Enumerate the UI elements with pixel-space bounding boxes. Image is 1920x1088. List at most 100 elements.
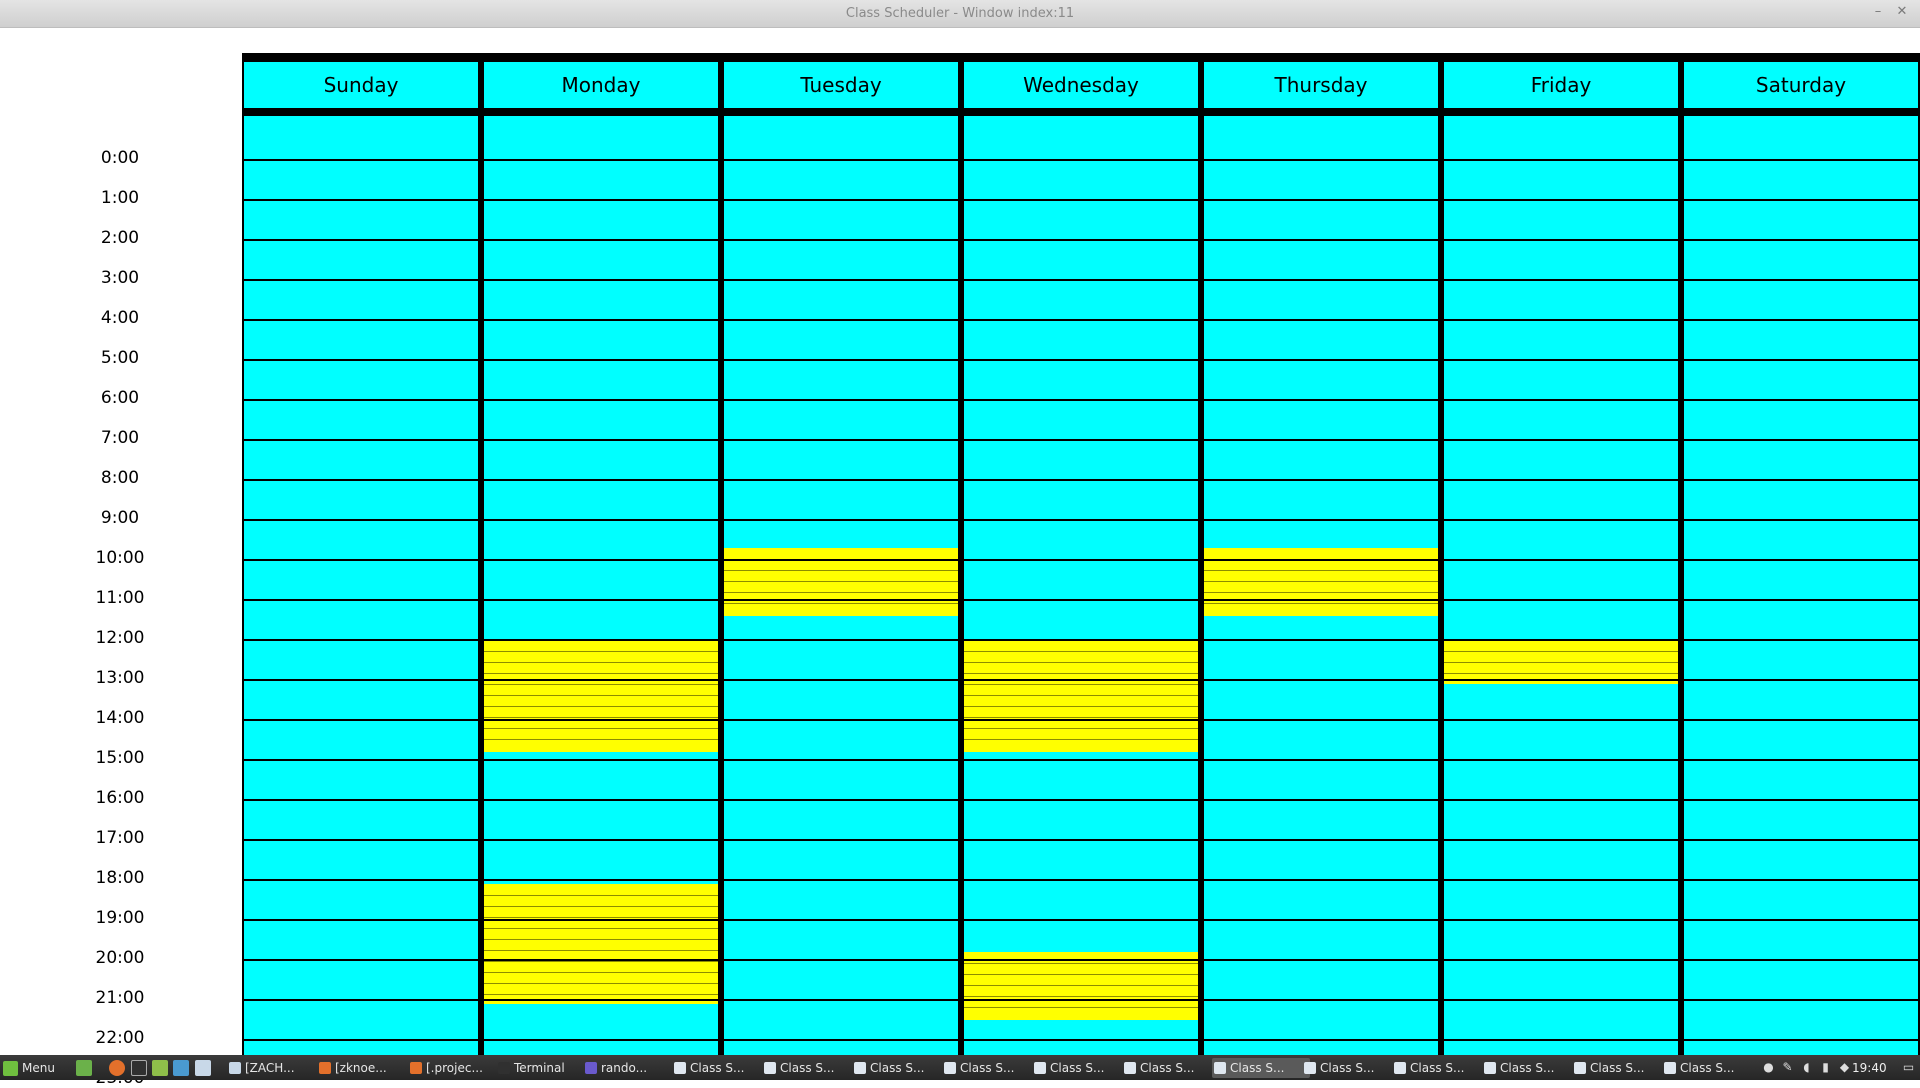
taskbar-window-button[interactable]: Class S...	[1212, 1058, 1310, 1078]
hour-line	[484, 839, 718, 841]
class-block-stripe	[484, 684, 718, 685]
window-list-icon[interactable]	[195, 1060, 211, 1076]
taskbar-window-button[interactable]: Class S...	[1032, 1058, 1130, 1078]
terminal-icon[interactable]	[131, 1060, 147, 1076]
hour-line	[1444, 959, 1678, 961]
day-column-tuesday[interactable]	[724, 112, 958, 1055]
taskbar-window-button[interactable]: Class S...	[672, 1058, 770, 1078]
menu-button[interactable]: Menu	[0, 1058, 88, 1078]
hour-line	[484, 519, 718, 521]
hour-line	[1444, 759, 1678, 761]
hour-line	[1444, 1039, 1678, 1041]
hour-line	[964, 559, 1198, 561]
hour-line	[724, 799, 958, 801]
class-block-stripe	[484, 662, 718, 663]
hour-line	[244, 879, 478, 881]
hour-line	[1204, 799, 1438, 801]
hour-line	[484, 359, 718, 361]
volume-icon[interactable]: ◖	[1800, 1061, 1813, 1074]
class-block[interactable]	[484, 884, 718, 1004]
class-block-stripe	[484, 928, 718, 929]
day-column-monday[interactable]	[484, 112, 718, 1055]
taskbar-window-button[interactable]: Class S...	[1302, 1058, 1400, 1078]
time-label: 2:00	[100, 228, 140, 248]
java-icon	[1214, 1062, 1226, 1074]
taskbar-window-button[interactable]: Terminal	[496, 1058, 596, 1078]
show-desktop-icon[interactable]	[76, 1060, 92, 1076]
window-icon	[229, 1062, 241, 1074]
time-label: 0:00	[100, 148, 140, 168]
class-block[interactable]	[964, 640, 1198, 752]
taskbar-window-button[interactable]: Class S...	[1572, 1058, 1670, 1078]
java-icon	[674, 1062, 686, 1074]
show-desktop-tray-icon[interactable]: ▭	[1902, 1061, 1915, 1074]
hour-line	[1444, 479, 1678, 481]
taskbar-window-button[interactable]: [ZACH...	[227, 1058, 327, 1078]
user-icon[interactable]: ●	[1762, 1061, 1775, 1074]
network-icon[interactable]: ✎	[1781, 1061, 1794, 1074]
class-block-stripe	[484, 950, 718, 951]
window-title: Class Scheduler - Window index:11	[845, 6, 1075, 21]
taskbar-window-label: Class S...	[1230, 1061, 1285, 1075]
java-icon	[1664, 1062, 1676, 1074]
day-column-wednesday[interactable]	[964, 112, 1198, 1055]
time-label: 9:00	[100, 508, 140, 528]
hour-line	[1684, 359, 1918, 361]
class-block-stripe	[1444, 662, 1678, 663]
hour-line	[1684, 839, 1918, 841]
shield-icon[interactable]: ◆	[1838, 1061, 1851, 1074]
taskbar-window-label: [ZACH...	[245, 1061, 295, 1075]
taskbar-window-label: [zknoe...	[335, 1061, 387, 1075]
class-block-stripe	[964, 695, 1198, 696]
time-label: 14:00	[95, 708, 145, 728]
class-block[interactable]	[484, 640, 718, 752]
hour-line	[1204, 599, 1438, 601]
hour-line	[244, 679, 478, 681]
hour-line	[964, 479, 1198, 481]
day-column-saturday[interactable]	[1684, 112, 1918, 1055]
taskbar-window-button[interactable]: Class S...	[1122, 1058, 1220, 1078]
hour-line	[1684, 279, 1918, 281]
hour-line	[1204, 1039, 1438, 1041]
taskbar-window-button[interactable]: rando...	[583, 1058, 683, 1078]
class-block[interactable]	[964, 952, 1198, 1020]
taskbar: Menu [ZACH... [zknoe... [.projec... Termina…	[0, 1055, 1920, 1080]
time-label: 8:00	[100, 468, 140, 488]
taskbar-window-button[interactable]: Class S...	[1392, 1058, 1490, 1078]
hour-line	[244, 159, 478, 161]
taskbar-window-button[interactable]: Class S...	[1482, 1058, 1580, 1078]
firefox-icon[interactable]	[109, 1060, 125, 1076]
hour-line	[484, 799, 718, 801]
class-block-stripe	[1204, 581, 1438, 582]
taskbar-window-button[interactable]: [zknoe...	[317, 1058, 417, 1078]
java-icon	[1124, 1062, 1136, 1074]
class-block-stripe	[964, 1007, 1198, 1008]
time-label: 21:00	[95, 988, 145, 1008]
hour-line	[1204, 559, 1438, 561]
battery-icon[interactable]: ▮	[1819, 1061, 1832, 1074]
class-block-stripe	[964, 673, 1198, 674]
time-label: 16:00	[95, 788, 145, 808]
hour-line	[244, 359, 478, 361]
files-icon[interactable]	[152, 1060, 168, 1076]
hour-line	[1684, 239, 1918, 241]
close-button[interactable]: ✕	[1894, 4, 1910, 20]
clock[interactable]: 19:40	[1852, 1059, 1887, 1077]
day-column-thursday[interactable]	[1204, 112, 1438, 1055]
hour-line	[724, 439, 958, 441]
taskbar-window-button[interactable]: Class S...	[942, 1058, 1040, 1078]
day-column-sunday[interactable]	[244, 112, 478, 1055]
hour-line	[244, 1039, 478, 1041]
hour-line	[484, 719, 718, 721]
hour-line	[724, 559, 958, 561]
taskbar-window-button[interactable]: Class S...	[1662, 1058, 1760, 1078]
class-block-stripe	[1204, 570, 1438, 571]
taskbar-window-button[interactable]: [.projec...	[408, 1058, 508, 1078]
minimize-button[interactable]: –	[1870, 4, 1886, 20]
taskbar-window-button[interactable]: Class S...	[852, 1058, 950, 1078]
day-column-friday[interactable]	[1444, 112, 1678, 1055]
class-block-stripe	[484, 695, 718, 696]
taskbar-window-button[interactable]: Class S...	[762, 1058, 860, 1078]
network-manager-icon[interactable]	[173, 1060, 189, 1076]
class-block[interactable]	[1444, 640, 1678, 684]
